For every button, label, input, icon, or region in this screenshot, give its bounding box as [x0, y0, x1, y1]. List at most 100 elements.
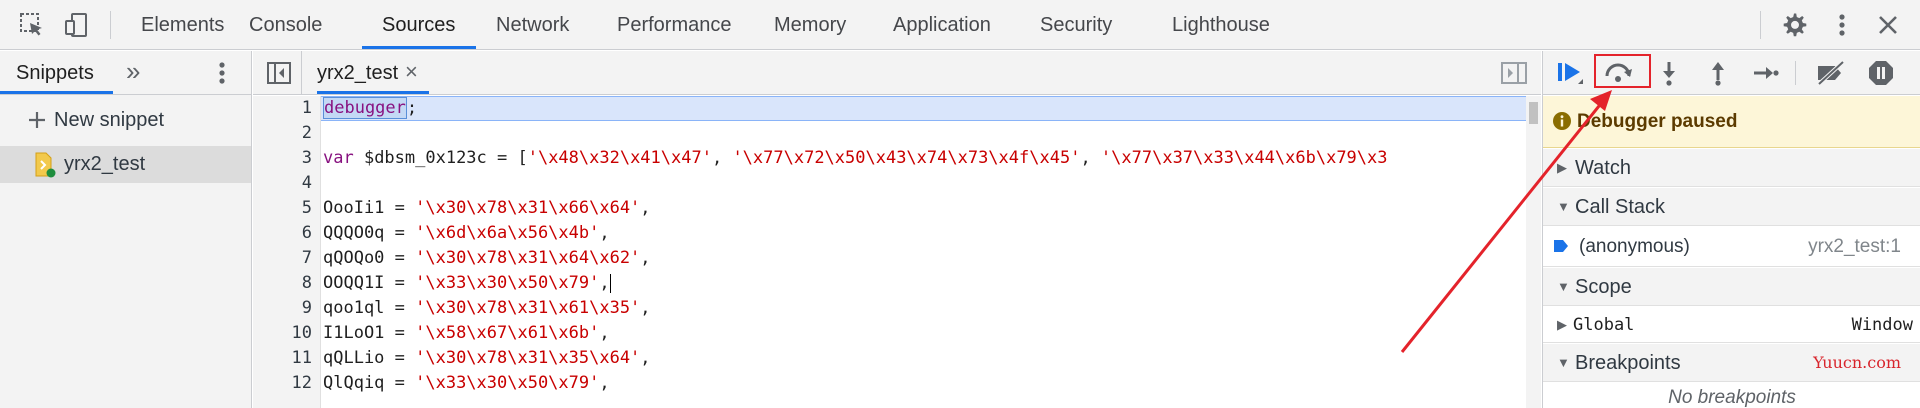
call-stack-pane-header[interactable]: ▼ Call Stack	[1543, 188, 1920, 226]
line-number-gutter[interactable]: 1 2 3 4 5 6 7 8 9 10 11 12	[253, 96, 321, 408]
tab-performance[interactable]: Performance	[617, 0, 732, 50]
collapse-arrow-icon: ▼	[1557, 279, 1570, 294]
pause-on-exceptions-icon	[1869, 61, 1893, 85]
source-editor: yrx2_test × 1 2 3 4 5 6 7 8 9 10 11 12 d…	[253, 51, 1541, 408]
tab-console[interactable]: Console	[249, 0, 322, 50]
tab-elements[interactable]: Elements	[141, 0, 224, 50]
expand-arrow-icon: ▶	[1557, 317, 1567, 332]
code-line-1: debugger;	[323, 96, 417, 121]
no-breakpoints-text: No breakpoints	[1668, 387, 1796, 408]
code-line-10: I1LoO1 = '\x58\x67\x61\x6b',	[323, 321, 610, 346]
plus-icon	[29, 112, 45, 128]
code-text: qQOQo0 =	[323, 248, 416, 268]
code-text: ,	[599, 223, 610, 243]
more-options-icon[interactable]	[1830, 0, 1854, 50]
gear-icon[interactable]	[1778, 0, 1810, 50]
collapse-arrow-icon: ▼	[1557, 355, 1570, 370]
snippet-name: yrx2_test	[64, 153, 146, 175]
tab-sources[interactable]: Sources	[382, 0, 455, 50]
string-literal: '\x6d\x6a\x56\x4b'	[415, 223, 600, 243]
code-text: ,	[640, 198, 651, 218]
code-text: ,	[640, 298, 651, 318]
code-line-7: qQOQo0 = '\x30\x78\x31\x64\x62',	[323, 246, 651, 271]
call-frame-location[interactable]: yrx2_test:1	[1808, 227, 1901, 267]
line-number[interactable]: 9	[256, 296, 312, 321]
more-options-icon[interactable]	[218, 61, 226, 90]
var-keyword: var	[323, 148, 354, 168]
scope-global-row[interactable]: ▶ Global Window	[1543, 307, 1920, 343]
debugger-paused-banner: Debugger paused	[1543, 96, 1920, 148]
debugger-keyword: debugger	[323, 97, 407, 119]
pause-on-exceptions-button[interactable]	[1861, 51, 1901, 95]
code-line-11: qQLLio = '\x30\x78\x31\x35\x64',	[323, 346, 651, 371]
line-number[interactable]: 4	[256, 171, 312, 196]
tab-security[interactable]: Security	[1040, 0, 1112, 50]
device-toolbar-icon[interactable]	[60, 0, 92, 50]
toggle-navigator-icon[interactable]	[267, 62, 291, 89]
new-snippet-button[interactable]: New snippet	[28, 105, 164, 135]
string-literal: '\x77\x37\x33\x44\x6b\x79\x3	[1100, 148, 1388, 168]
selected-tab-indicator	[0, 91, 113, 94]
string-literal: '\x33\x30\x50\x79'	[415, 273, 600, 293]
step-icon	[1754, 67, 1779, 79]
new-snippet-label: New snippet	[54, 109, 165, 131]
step-into-button[interactable]	[1649, 51, 1689, 95]
line-number[interactable]: 7	[256, 246, 312, 271]
text-caret	[609, 273, 611, 293]
tab-lighthouse[interactable]: Lighthouse	[1172, 0, 1270, 50]
string-literal: '\x33\x30\x50\x79'	[415, 373, 600, 393]
resume-button[interactable]	[1551, 51, 1591, 95]
scope-label: Scope	[1575, 276, 1632, 298]
file-tab-yrx2-test[interactable]: yrx2_test	[317, 51, 398, 95]
execution-line-highlight	[321, 96, 1526, 121]
toggle-debugger-icon[interactable]	[1501, 62, 1527, 89]
code-area[interactable]: debugger; var $dbsm_0x123c = ['\x48\x32\…	[321, 96, 1526, 408]
scope-pane-header[interactable]: ▼ Scope	[1543, 268, 1920, 306]
line-number[interactable]: 6	[256, 221, 312, 246]
watch-pane-header[interactable]: ▶ Watch	[1543, 149, 1920, 187]
snippet-item[interactable]: yrx2_test	[0, 146, 251, 183]
more-tabs-chevron-icon[interactable]: »	[126, 51, 140, 91]
close-icon[interactable]	[1872, 0, 1904, 50]
code-text: qQLLio =	[323, 348, 416, 368]
code-line-12: QlQqiq = '\x33\x30\x50\x79',	[323, 371, 610, 396]
code-text: ,	[599, 273, 610, 293]
code-line-6: QQQO0q = '\x6d\x6a\x56\x4b',	[323, 221, 610, 246]
code-line-3: var $dbsm_0x123c = ['\x48\x32\x41\x47', …	[323, 146, 1388, 171]
inspect-element-icon[interactable]	[16, 0, 48, 50]
line-number[interactable]: 5	[256, 196, 312, 221]
tab-snippets[interactable]: Snippets	[16, 51, 94, 95]
deactivate-breakpoints-button[interactable]	[1811, 51, 1851, 95]
tab-network[interactable]: Network	[496, 0, 569, 50]
snippet-file-icon	[34, 152, 56, 183]
line-number[interactable]: 10	[256, 321, 312, 346]
tab-application[interactable]: Application	[893, 0, 991, 50]
line-number[interactable]: 12	[256, 371, 312, 396]
line-number[interactable]: 11	[256, 346, 312, 371]
scrollbar-thumb[interactable]	[1529, 102, 1538, 124]
line-number[interactable]: 1	[256, 96, 312, 121]
code-text: QlQqiq =	[323, 373, 416, 393]
step-out-icon	[1712, 62, 1724, 86]
global-scope-value: Window	[1851, 315, 1913, 335]
step-button[interactable]	[1746, 51, 1786, 95]
breakpoints-body: No breakpoints	[1543, 383, 1920, 408]
close-tab-icon[interactable]: ×	[405, 51, 418, 93]
breakpoints-pane-header[interactable]: ▼ Breakpoints Yuucn.com	[1543, 344, 1920, 382]
string-literal: '\x77\x72\x50\x43\x74\x73\x4f\x45'	[732, 148, 1081, 168]
call-frame-row[interactable]: (anonymous) yrx2_test:1	[1543, 227, 1920, 267]
code-text: ,	[599, 373, 610, 393]
step-into-icon	[1663, 62, 1675, 86]
line-number[interactable]: 2	[256, 121, 312, 146]
string-literal: '\x30\x78\x31\x35\x64'	[415, 348, 641, 368]
vertical-scrollbar[interactable]	[1526, 96, 1541, 408]
tab-memory[interactable]: Memory	[774, 0, 846, 50]
info-icon	[1553, 112, 1571, 135]
line-number[interactable]: 8	[256, 271, 312, 296]
toolbar-divider	[1795, 61, 1796, 85]
toolbar-divider	[1760, 11, 1761, 39]
step-out-button[interactable]	[1698, 51, 1738, 95]
code-text: ,	[599, 323, 610, 343]
line-number[interactable]: 3	[256, 146, 312, 171]
watermark-text: Yuucn.com	[1813, 353, 1901, 372]
